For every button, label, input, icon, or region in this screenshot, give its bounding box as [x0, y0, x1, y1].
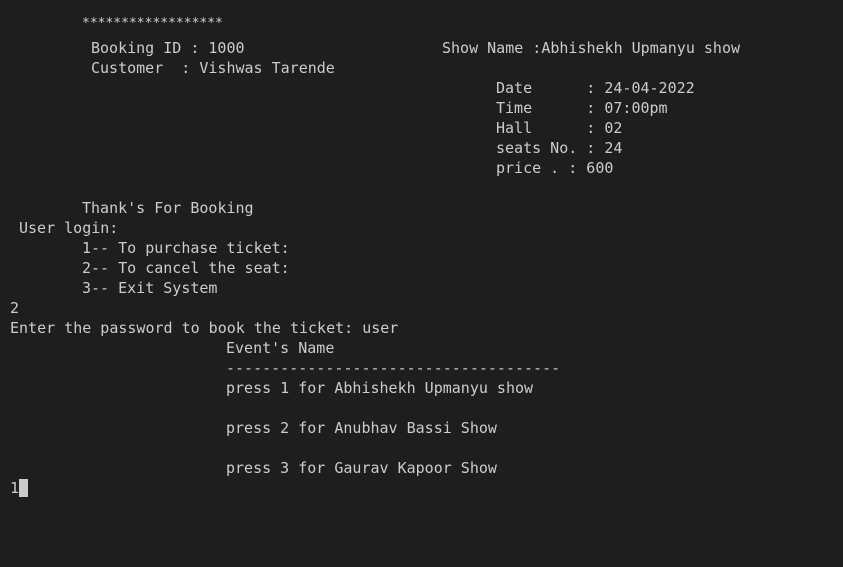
- show-name: Show Name :Abhishekh Upmanyu show: [442, 39, 741, 57]
- menu-option-purchase: 1-- To purchase ticket:: [82, 239, 290, 257]
- thanks-message: Thank's For Booking: [82, 199, 254, 217]
- menu-option-exit: 3-- Exit System: [82, 279, 218, 297]
- receipt-date: Date : 24-04-2022: [496, 79, 695, 97]
- password-prompt: Enter the password to book the ticket: u…: [10, 319, 399, 337]
- menu-option-cancel: 2-- To cancel the seat:: [82, 259, 290, 277]
- event-option-2: press 2 for Anubhav Bassi Show: [226, 419, 497, 437]
- current-input[interactable]: 1: [10, 478, 19, 498]
- customer-name: Customer : Vishwas Tarende: [91, 59, 335, 77]
- event-option-3: press 3 for Gaurav Kapoor Show: [226, 459, 497, 477]
- booking-id: Booking ID : 1000: [91, 39, 245, 57]
- receipt-stars: ******************: [82, 16, 223, 31]
- events-divider: -------------------------------------: [226, 359, 561, 377]
- receipt-time: Time : 07:00pm: [496, 99, 668, 117]
- receipt-seats: seats No. : 24: [496, 139, 623, 157]
- text-cursor: [19, 479, 28, 497]
- user-login-heading: User login:: [19, 219, 119, 237]
- events-title: Event's Name: [226, 339, 335, 357]
- terminal-output[interactable]: ****************** Booking ID : 1000 Sho…: [0, 0, 843, 567]
- receipt-price: price . : 600: [496, 159, 614, 177]
- receipt-hall: Hall : 02: [496, 119, 623, 137]
- user-choice: 2: [10, 299, 20, 317]
- event-option-1: press 1 for Abhishekh Upmanyu show: [226, 379, 534, 397]
